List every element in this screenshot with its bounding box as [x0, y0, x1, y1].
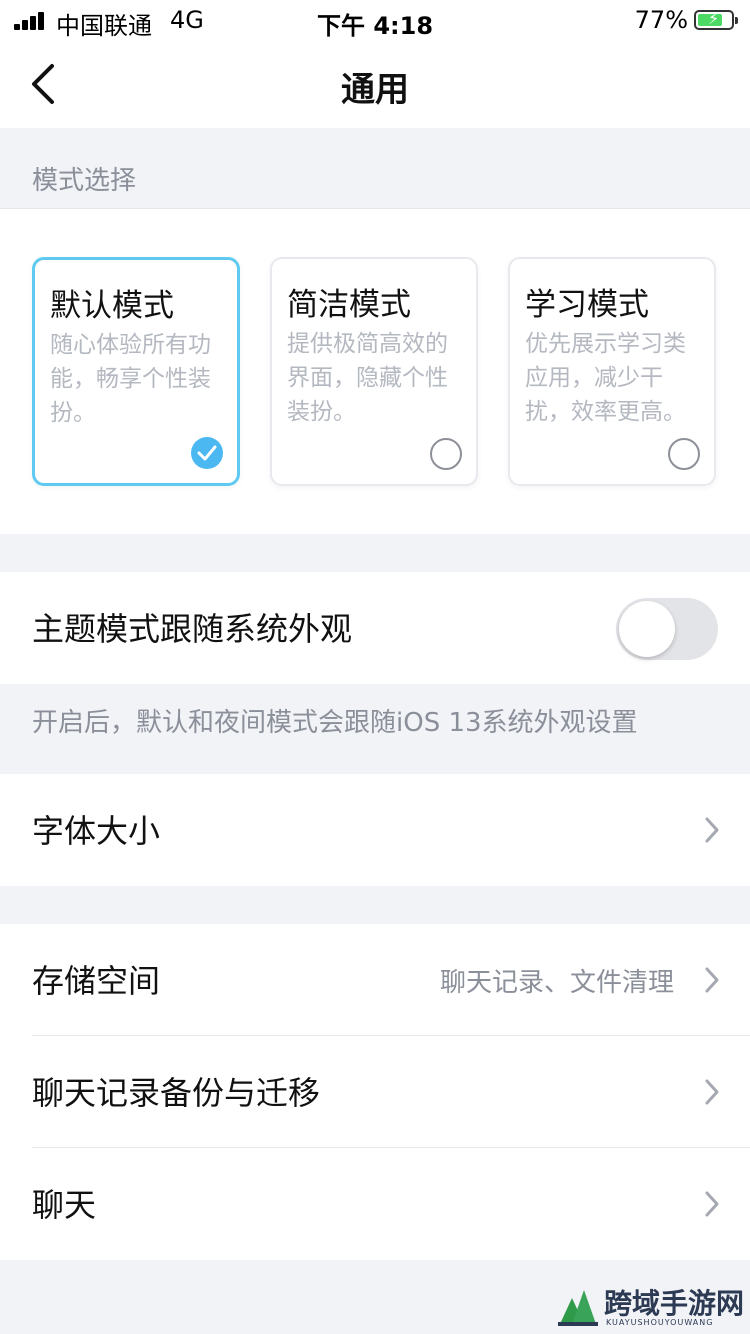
theme-follow-toggle[interactable] — [616, 598, 718, 660]
mode-card-default[interactable]: 默认模式 随心体验所有功能，畅享个性装扮。 — [32, 257, 240, 486]
toggle-knob — [619, 601, 675, 657]
chevron-right-icon — [705, 967, 719, 993]
watermark-logo-icon — [558, 1290, 598, 1326]
mode-card-desc: 随心体验所有功能，畅享个性装扮。 — [50, 332, 211, 426]
radio-unchecked-icon — [430, 438, 462, 470]
theme-follow-row: 主题模式跟随系统外观 — [0, 572, 750, 684]
mode-card-study[interactable]: 学习模式 优先展示学习类应用，减少干扰，效率更高。 — [508, 257, 716, 486]
mode-card-simple[interactable]: 简洁模式 提供极简高效的界面，隐藏个性装扮。 — [270, 257, 478, 486]
mode-card-desc: 提供极简高效的界面，隐藏个性装扮。 — [287, 331, 448, 425]
mode-card-title: 学习模式 — [525, 287, 649, 323]
charging-bolt-icon: ⚡ — [708, 9, 720, 28]
storage-sub: 聊天记录、文件清理 — [439, 968, 674, 998]
battery-percent: 77% — [634, 6, 688, 34]
watermark: 跨域手游网 KUAYUSHOUYOUWANG — [556, 1282, 746, 1330]
chat-row[interactable]: 聊天 — [0, 1148, 750, 1260]
check-icon — [191, 437, 223, 469]
chevron-right-icon — [705, 1079, 719, 1105]
theme-follow-label: 主题模式跟随系统外观 — [32, 610, 353, 648]
chat-label: 聊天 — [32, 1186, 97, 1224]
nav-bar: 通用 — [0, 40, 750, 128]
page-title: 通用 — [341, 70, 409, 110]
section-header-mode: 模式选择 — [0, 128, 750, 208]
watermark-subtext: KUAYUSHOUYOUWANG — [606, 1318, 714, 1327]
radio-unchecked-icon — [668, 438, 700, 470]
chat-backup-row[interactable]: 聊天记录备份与迁移 — [0, 1036, 750, 1148]
font-size-row[interactable]: 字体大小 — [0, 774, 750, 886]
chevron-right-icon — [705, 817, 719, 843]
chevron-right-icon — [705, 1191, 719, 1217]
mode-selector: 默认模式 随心体验所有功能，畅享个性装扮。 简洁模式 提供极简高效的界面，隐藏个… — [0, 208, 750, 534]
battery-icon: ⚡ — [694, 9, 738, 30]
mode-card-desc: 优先展示学习类应用，减少干扰，效率更高。 — [525, 331, 686, 425]
font-size-label: 字体大小 — [32, 812, 161, 850]
mode-card-title: 简洁模式 — [287, 287, 411, 323]
storage-row[interactable]: 存储空间 聊天记录、文件清理 — [0, 924, 750, 1036]
watermark-text: 跨域手游网 — [604, 1287, 745, 1320]
section-header-label: 模式选择 — [32, 166, 137, 196]
chat-backup-label: 聊天记录备份与迁移 — [32, 1074, 321, 1112]
theme-follow-hint: 开启后，默认和夜间模式会跟随iOS 13系统外观设置 — [32, 708, 638, 738]
storage-label: 存储空间 — [32, 962, 161, 1000]
status-bar: 中国联通 4G 下午 4:18 77% ⚡ — [0, 0, 750, 40]
mode-card-title: 默认模式 — [50, 288, 174, 324]
